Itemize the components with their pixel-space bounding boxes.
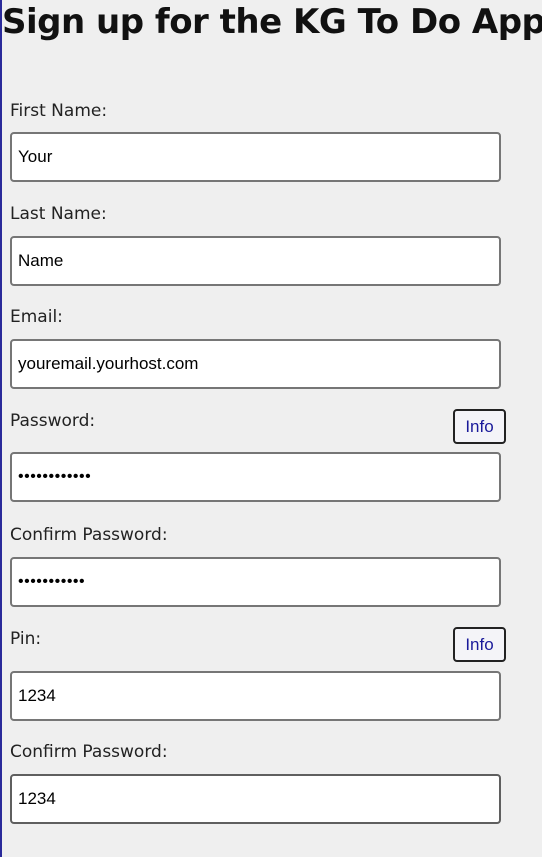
- password-input[interactable]: [10, 452, 501, 502]
- email-label: Email:: [10, 307, 63, 327]
- last-name-input[interactable]: [10, 236, 501, 286]
- pin-input[interactable]: [10, 671, 501, 721]
- password-label: Password:: [10, 411, 96, 431]
- first-name-input[interactable]: [10, 132, 501, 182]
- confirm-password-label: Confirm Password:: [10, 525, 168, 545]
- signup-page: Sign up for the KG To Do App! First Name…: [2, 0, 542, 857]
- email-input[interactable]: [10, 339, 501, 389]
- confirm-pin-input[interactable]: [10, 774, 501, 824]
- page-title: Sign up for the KG To Do App!: [2, 2, 542, 42]
- confirm-password-input[interactable]: [10, 557, 501, 607]
- password-info-button[interactable]: Info: [453, 409, 506, 444]
- pin-info-button[interactable]: Info: [453, 627, 506, 662]
- confirm-pin-label: Confirm Password:: [10, 742, 168, 762]
- first-name-label: First Name:: [10, 101, 108, 121]
- last-name-label: Last Name:: [10, 204, 107, 224]
- pin-label: Pin:: [10, 629, 42, 649]
